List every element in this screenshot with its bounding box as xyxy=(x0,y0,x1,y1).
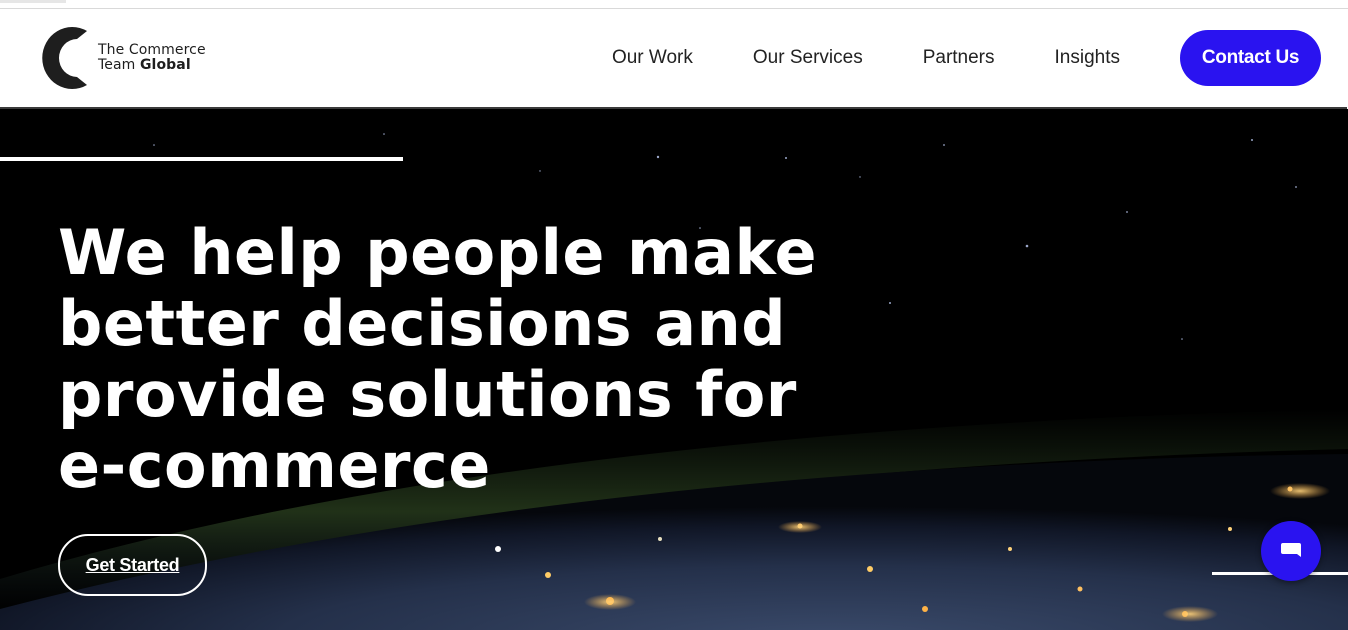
site-header: The Commerce Team Global Our Work Our Se… xyxy=(0,9,1347,109)
brand-global: Global xyxy=(139,57,191,73)
nav-insights[interactable]: Insights xyxy=(1055,47,1120,69)
hero-headline: We help people make better decisions and… xyxy=(58,217,938,501)
contact-us-button[interactable]: Contact Us xyxy=(1180,30,1321,86)
logo-c-icon xyxy=(42,26,87,89)
hero-headline-line-3: provide solutions for xyxy=(58,358,797,431)
hero-section: We help people make better decisions and… xyxy=(0,109,1348,630)
chat-bubble-icon xyxy=(1281,543,1301,557)
decorative-line-top xyxy=(0,157,403,161)
top-strip xyxy=(0,0,1348,9)
brand-logo[interactable]: The Commerce Team Global xyxy=(30,23,230,93)
brand-team: Team xyxy=(98,57,136,73)
chat-button[interactable] xyxy=(1261,521,1321,581)
main-nav: Our Work Our Services Partners Insights … xyxy=(612,30,1321,86)
hero-headline-line-2: better decisions and xyxy=(58,287,787,360)
brand-line-1: The Commerce xyxy=(98,42,206,58)
hero-headline-line-4: e-commerce xyxy=(58,429,491,502)
top-strip-tab xyxy=(0,0,66,3)
nav-partners[interactable]: Partners xyxy=(923,47,995,69)
nav-our-services[interactable]: Our Services xyxy=(753,47,863,69)
nav-our-work[interactable]: Our Work xyxy=(612,47,693,69)
brand-line-2: Team Global xyxy=(98,58,206,73)
brand-name: The Commerce Team Global xyxy=(98,43,206,73)
hero-headline-line-1: We help people make xyxy=(58,216,818,289)
get-started-button[interactable]: Get Started xyxy=(58,534,207,596)
